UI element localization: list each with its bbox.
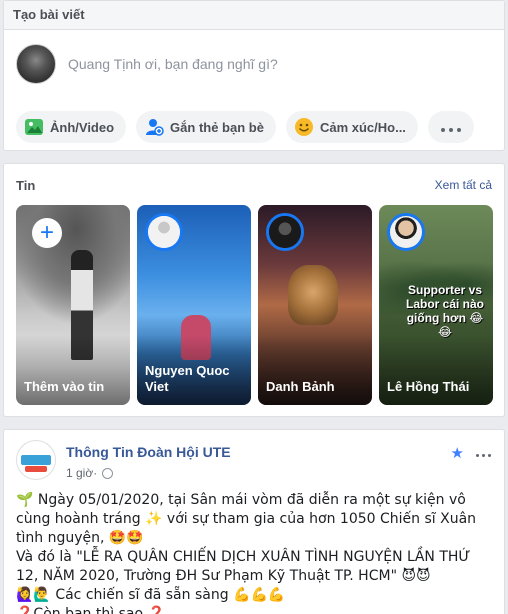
post-line: Và đó là "LỄ RA QUÂN CHIẾN DỊCH XUÂN TÌN… — [16, 549, 471, 584]
post-line: ❓Còn bạn thì sao ❓ — [16, 606, 165, 614]
story-add[interactable]: + Thêm vào tin — [16, 205, 130, 405]
story-avatar — [266, 213, 304, 251]
photo-icon — [24, 117, 44, 137]
story-nguyen-quoc-viet[interactable]: Nguyen Quoc Viet — [137, 205, 251, 405]
story-name: Thêm vào tin — [24, 379, 105, 394]
feeling-icon — [294, 117, 314, 137]
story-danh-banh[interactable]: Danh Bảnh — [258, 205, 372, 405]
story-le-hong-thai[interactable]: Supporter vs Labor cái nào giống hơn 😂😂 … — [379, 205, 493, 405]
stories-title: Tin — [16, 178, 36, 193]
photo-video-label: Ảnh/Video — [50, 119, 115, 135]
globe-icon — [102, 467, 114, 479]
post-header: Thông Tin Đoàn Hội UTE 1 giờ · — [16, 440, 231, 480]
tag-friends-icon — [144, 117, 164, 137]
post-line: 🙋‍♀️🙋‍♂️ Các chiến sĩ đã sẵn sàng 💪💪💪 — [16, 587, 286, 603]
feed-post: Thông Tin Đoàn Hội UTE 1 giờ · ★ 🌱 Ngày … — [3, 429, 505, 614]
more-options-button[interactable] — [427, 111, 474, 143]
post-actions: ★ — [451, 444, 492, 462]
page-avatar[interactable] — [16, 440, 56, 480]
feeling-activity-button[interactable]: Cảm xúc/Ho... — [285, 111, 418, 143]
composer-row: Quang Tịnh ơi, bạn đang nghĩ gì? — [16, 44, 492, 84]
post-text: 🌱 Ngày 05/01/2020, tại Sân mái vòm đã di… — [16, 491, 492, 614]
plus-icon[interactable]: + — [32, 218, 62, 248]
story-figure — [288, 265, 338, 325]
story-name: Lê Hồng Thái — [387, 379, 470, 394]
story-name: Nguyen Quoc Viet — [145, 363, 230, 394]
story-name: Danh Bảnh — [266, 379, 335, 394]
story-avatar — [145, 213, 183, 251]
see-all-link[interactable]: Xem tất cả — [435, 178, 492, 192]
stories-card: Tin Xem tất cả + Thêm vào tin Nguyen Quo… — [3, 163, 505, 417]
composer-actions: Ảnh/Video Gắn thẻ bạn bè Cảm xúc/Ho... — [16, 111, 474, 143]
post-timestamp[interactable]: 1 giờ — [66, 466, 93, 480]
story-overlay-text: Supporter vs Labor cái nào giống hơn 😂😂 — [405, 283, 485, 339]
photo-video-button[interactable]: Ảnh/Video — [16, 111, 127, 143]
story-avatar — [387, 213, 425, 251]
page-name-link[interactable]: Thông Tin Đoàn Hội UTE — [66, 443, 231, 461]
star-icon[interactable]: ★ — [451, 444, 464, 462]
post-line: 🌱 Ngày 05/01/2020, tại Sân mái vòm đã di… — [16, 492, 477, 546]
tag-friends-button[interactable]: Gắn thẻ bạn bè — [136, 111, 276, 143]
tag-friends-label: Gắn thẻ bạn bè — [170, 119, 264, 135]
create-post-title: Tạo bài viết — [4, 1, 504, 30]
more-dots-icon — [439, 120, 463, 135]
composer-input[interactable]: Quang Tịnh ơi, bạn đang nghĩ gì? — [68, 56, 278, 72]
create-post-card: Tạo bài viết Quang Tịnh ơi, bạn đang ngh… — [3, 0, 505, 151]
post-options-icon[interactable] — [474, 444, 492, 462]
feeling-label: Cảm xúc/Ho... — [319, 119, 406, 135]
story-row: + Thêm vào tin Nguyen Quoc Viet Danh Bản… — [16, 205, 493, 405]
user-avatar[interactable] — [16, 44, 56, 84]
